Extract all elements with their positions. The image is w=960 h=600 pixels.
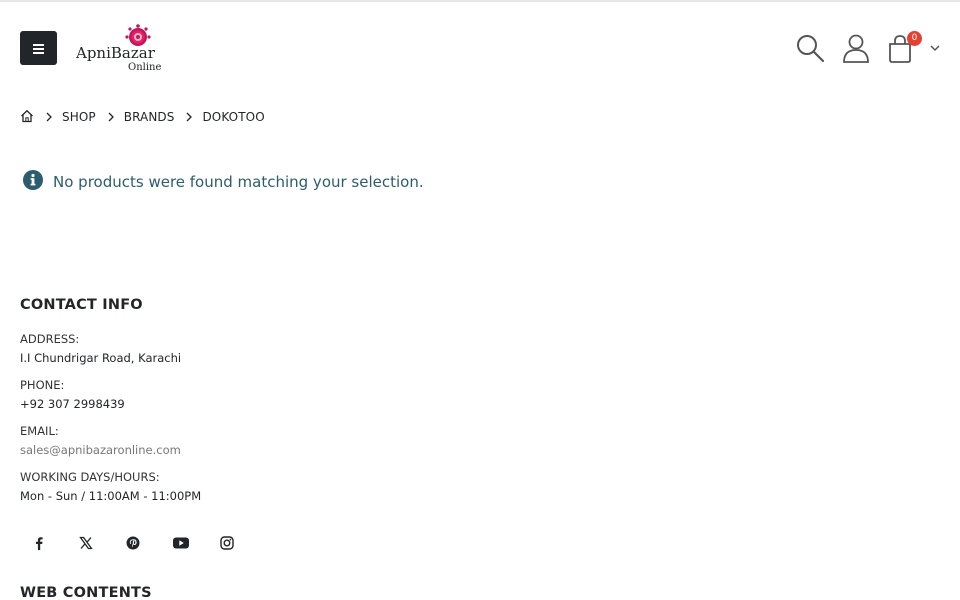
youtube-icon <box>173 537 189 549</box>
search-button[interactable] <box>794 32 826 64</box>
breadcrumb-current: DOKOTOO <box>202 110 265 124</box>
pinterest-icon <box>126 536 140 550</box>
instagram-link[interactable] <box>212 527 259 559</box>
no-products-message: No products were found matching your sel… <box>53 173 424 191</box>
info-icon <box>23 170 43 194</box>
phone-label: PHONE: <box>20 378 65 392</box>
instagram-icon <box>220 536 234 550</box>
account-button[interactable] <box>840 32 872 64</box>
pinterest-link[interactable] <box>118 527 165 559</box>
breadcrumb: SHOP BRANDS DOKOTOO <box>20 108 265 126</box>
menu-toggle-button[interactable] <box>20 31 57 65</box>
address-value: I.I Chundrigar Road, Karachi <box>20 351 182 365</box>
hours-value: Mon - Sun / 11:00AM - 11:00PM <box>20 489 202 503</box>
chevron-right-icon <box>46 112 52 122</box>
contact-info-heading: CONTACT INFO <box>20 297 143 313</box>
facebook-link[interactable] <box>24 527 71 559</box>
facebook-icon <box>32 536 46 550</box>
address-label: ADDRESS: <box>20 332 80 346</box>
chevron-right-icon <box>108 112 114 122</box>
social-links <box>24 527 259 559</box>
top-divider <box>0 0 960 2</box>
breadcrumb-home[interactable] <box>20 109 34 126</box>
web-contents-heading: WEB CONTENTS <box>20 585 152 600</box>
youtube-link[interactable] <box>165 527 212 559</box>
chevron-right-icon <box>186 112 193 122</box>
info-notice: No products were found matching your sel… <box>23 170 424 194</box>
logo-graphic: ApniBazar Online <box>76 24 161 72</box>
cart-button[interactable]: 0 <box>884 31 942 64</box>
breadcrumb-shop[interactable]: SHOP <box>62 110 96 124</box>
hours-label: WORKING DAYS/HOURS: <box>20 470 160 484</box>
contact-info-list: ADDRESS: I.I Chundrigar Road, Karachi PH… <box>20 331 420 515</box>
site-logo[interactable]: ApniBazar Online <box>76 24 168 72</box>
email-link[interactable]: sales@apnibazaronline.com <box>20 442 420 469</box>
cart-count-badge: 0 <box>907 31 922 46</box>
phone-value: +92 307 2998439 <box>20 397 125 411</box>
user-icon <box>840 32 872 64</box>
x-twitter-icon <box>79 536 93 550</box>
home-icon <box>20 109 34 126</box>
email-label: EMAIL: <box>20 424 59 438</box>
x-twitter-link[interactable] <box>71 527 118 559</box>
logo-text-sub: Online <box>128 62 161 72</box>
chevron-down-icon <box>930 44 940 52</box>
breadcrumb-brands[interactable]: BRANDS <box>124 110 175 124</box>
search-icon <box>794 32 826 64</box>
logo-text-main: ApniBazar <box>76 44 156 62</box>
hamburger-icon <box>33 39 44 58</box>
